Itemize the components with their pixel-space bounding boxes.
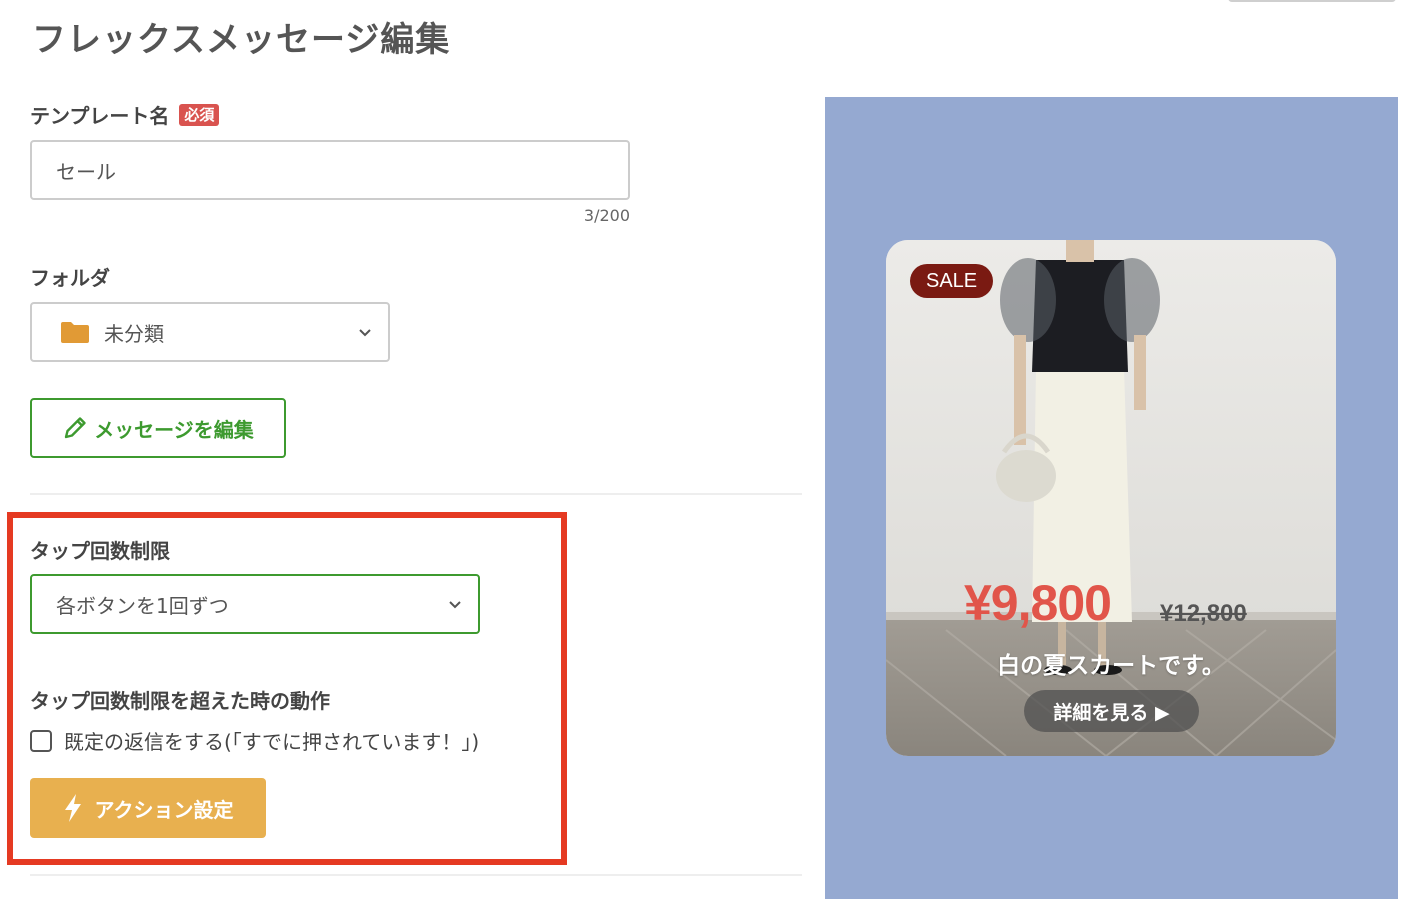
- default-reply-checkbox[interactable]: [30, 729, 52, 752]
- tap-limit-exceed-label: タップ回数制限を超えた時の動作: [30, 685, 330, 714]
- template-name-label: テンプレート名 必須: [30, 100, 220, 129]
- chevron-down-icon: [449, 601, 461, 609]
- tap-limit-label: タップ回数制限: [30, 535, 170, 564]
- page-title: フレックスメッセージ編集: [32, 20, 451, 60]
- template-name-label-text: テンプレート名: [30, 104, 170, 128]
- tap-limit-label-text: タップ回数制限: [30, 539, 170, 563]
- tap-limit-select[interactable]: 各ボタンを1回ずつ: [30, 574, 480, 634]
- required-badge: 必須: [179, 103, 220, 126]
- default-reply-label: 既定の返信をする(「すでに押されています！」): [64, 730, 480, 754]
- section-divider: [30, 493, 802, 495]
- pencil-icon: [64, 417, 86, 439]
- folder-label-text: フォルダ: [30, 266, 110, 290]
- message-preview-panel: SALE ¥9,800 ¥12,800 白の夏スカートです。 詳細を見る ▶: [825, 97, 1398, 899]
- folder-label: フォルダ: [30, 262, 110, 291]
- edit-message-label: メッセージを編集: [94, 417, 254, 442]
- default-reply-option[interactable]: 既定の返信をする(「すでに押されています！」): [30, 726, 479, 755]
- flex-message-card[interactable]: SALE ¥9,800 ¥12,800 白の夏スカートです。 詳細を見る ▶: [886, 240, 1336, 756]
- sale-price: ¥9,800: [964, 575, 1112, 631]
- top-button-edge[interactable]: [1228, 0, 1396, 2]
- view-details-button[interactable]: 詳細を見る ▶: [1024, 690, 1199, 732]
- flex-message-editor: フレックスメッセージ編集 テンプレート名 必須 3/200 フォルダ 未分類 メ…: [0, 0, 1420, 916]
- original-price: ¥12,800: [1160, 600, 1247, 627]
- tap-limit-exceed-label-text: タップ回数制限を超えた時の動作: [30, 689, 330, 713]
- sale-badge: SALE: [910, 264, 994, 298]
- folder-icon: [61, 322, 89, 343]
- lightning-icon: [64, 794, 81, 822]
- chevron-down-icon: [359, 329, 371, 337]
- template-name-input[interactable]: [30, 140, 630, 200]
- product-description: 白の夏スカートです。: [997, 653, 1225, 679]
- section-divider: [30, 874, 802, 876]
- tap-limit-selected-value: 各ボタンを1回ずつ: [56, 593, 229, 618]
- char-counter: 3/200: [583, 206, 630, 225]
- edit-message-button[interactable]: メッセージを編集: [30, 398, 286, 458]
- folder-selected-value: 未分類: [104, 321, 164, 346]
- action-settings-button[interactable]: アクション設定: [30, 778, 266, 838]
- folder-select[interactable]: 未分類: [30, 302, 390, 362]
- action-settings-label: アクション設定: [94, 797, 234, 822]
